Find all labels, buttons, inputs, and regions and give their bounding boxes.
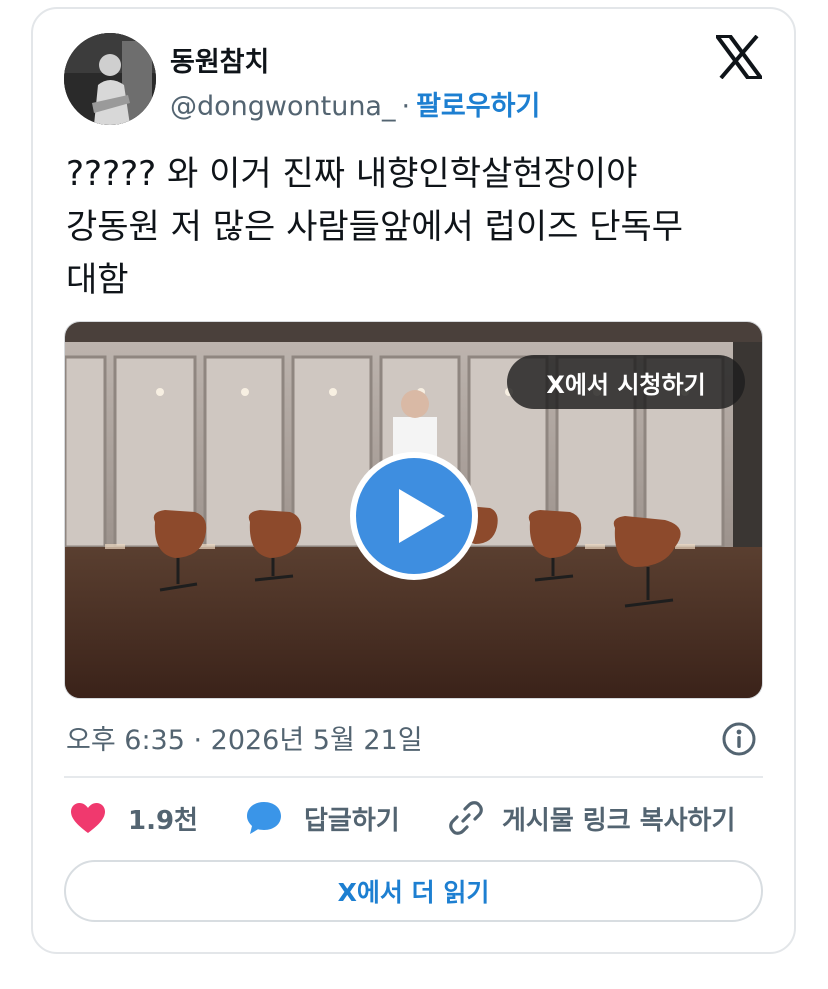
handle-row: @dongwontuna_ · 팔로우하기 bbox=[170, 84, 540, 123]
like-button[interactable]: 1.9천 bbox=[70, 796, 198, 840]
heart-icon bbox=[71, 803, 105, 833]
copy-link-button[interactable]: 게시물 링크 복사하기 bbox=[448, 796, 735, 840]
reply-label: 답글하기 bbox=[304, 805, 400, 836]
link-icon bbox=[449, 801, 483, 835]
x-logo-icon[interactable] bbox=[713, 34, 765, 80]
post-text: ????? 와 이거 진짜 내향인학살현장이야 강동원 저 많은 사람들앞에서 … bbox=[66, 148, 766, 307]
watch-on-x-button[interactable]: X에서 시청하기 bbox=[507, 355, 745, 409]
follow-button[interactable]: 팔로우하기 bbox=[416, 91, 540, 122]
like-count: 1.9천 bbox=[128, 805, 198, 836]
post-text-line: ????? 와 이거 진짜 내향인학살현장이야 bbox=[66, 154, 638, 194]
reply-bubble-icon bbox=[247, 802, 281, 834]
avatar-photo bbox=[64, 33, 156, 125]
separator-dot: · bbox=[401, 91, 411, 122]
read-more-on-x-button[interactable]: X에서 더 읽기 bbox=[64, 860, 763, 922]
avatar[interactable] bbox=[64, 33, 156, 125]
divider bbox=[64, 776, 763, 778]
display-name[interactable]: 동원참치 bbox=[170, 40, 269, 79]
play-button[interactable] bbox=[347, 449, 481, 583]
info-icon[interactable] bbox=[721, 721, 757, 757]
play-icon bbox=[350, 452, 478, 580]
reply-button[interactable]: 답글하기 bbox=[246, 796, 400, 840]
post-text-line: 강동원 저 많은 사람들앞에서 럽이즈 단독무 bbox=[66, 207, 684, 247]
user-handle[interactable]: @dongwontuna_ bbox=[170, 91, 395, 122]
post-text-line: 대함 bbox=[66, 260, 129, 300]
copy-link-label: 게시물 링크 복사하기 bbox=[502, 805, 736, 836]
post-timestamp[interactable]: 오후 6:35 · 2026년 5월 21일 bbox=[66, 718, 423, 757]
